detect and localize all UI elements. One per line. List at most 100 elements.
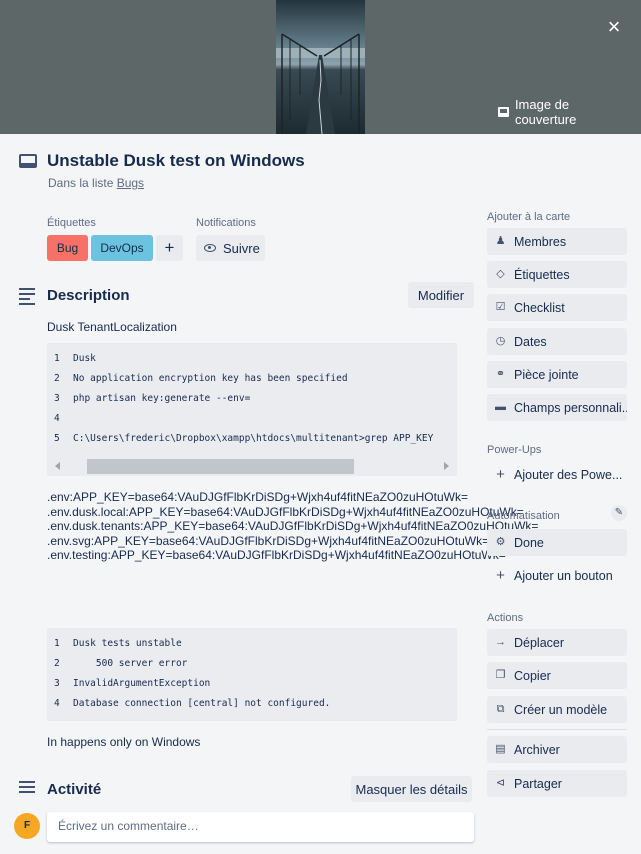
plus-icon: + — [496, 466, 505, 483]
attachment-button[interactable]: ⚭ Pièce jointe — [487, 361, 627, 388]
code-line: Database connection [central] not config… — [73, 698, 331, 709]
copy-button[interactable]: ❐ Copier — [487, 662, 627, 689]
code-line: php artisan key:generate --env= — [73, 393, 251, 404]
description-intro: Dusk TenantLocalization — [47, 320, 177, 334]
code-line: C:\Users\frederic\Dropbox\xampp\htdocs\m… — [73, 433, 434, 444]
code-block-2: 1 Dusk tests unstable 2 500 server error … — [47, 628, 457, 721]
cover-image — [276, 0, 365, 134]
sidebar-label: Déplacer — [514, 635, 565, 650]
activity-icon — [19, 781, 35, 796]
sidebar-label: Done — [514, 535, 544, 550]
sidebar-label: Champs personnali... — [514, 400, 627, 415]
copy-icon: ❐ — [495, 669, 506, 681]
card-icon — [19, 154, 37, 168]
tag-icon: ◇ — [496, 268, 505, 280]
code-block-1: 1 Dusk 2 No application encryption key has… — [47, 343, 457, 456]
line-number: 3 — [54, 678, 60, 689]
automation-done-button[interactable]: ⚙ Done — [487, 529, 627, 556]
list-link[interactable]: Bugs — [117, 176, 144, 190]
edit-pencil-icon[interactable]: ✎ — [611, 505, 627, 521]
card-cover: × Image de couverture — [0, 0, 641, 134]
watch-label: Suivre — [223, 240, 260, 256]
notifications-heading: Notifications — [196, 217, 256, 229]
user-icon: ♟ — [495, 235, 506, 247]
env-line: .env.dusk.tenants:APP_KEY=base64:VAuDJGf… — [47, 519, 539, 533]
eye-icon — [204, 244, 216, 252]
list-breadcrumb: Dans la liste Bugs — [48, 176, 144, 190]
env-lines: .env:APP_KEY=base64:VAuDJGfFlbKrDiSDg+Wj… — [47, 490, 539, 563]
automation-heading: Automatisation — [487, 510, 560, 522]
sidebar-label: Ajouter des Powe... — [514, 467, 623, 482]
sidebar-label: Checklist — [514, 300, 565, 315]
card-icon — [498, 107, 509, 117]
comment-input[interactable]: Écrivez un commentaire… — [47, 812, 474, 842]
cover-image-button[interactable]: Image de couverture — [490, 97, 641, 127]
close-icon[interactable]: × — [598, 12, 630, 44]
description-icon — [19, 288, 35, 308]
sidebar-label: Étiquettes — [514, 267, 570, 282]
gears-icon: ⚙ — [495, 536, 506, 548]
hide-details-button[interactable]: Masquer les détails — [351, 776, 472, 802]
members-button[interactable]: ♟ Membres — [487, 228, 627, 255]
env-line: .env.testing:APP_KEY=base64:VAuDJGfFlbKr… — [47, 548, 506, 562]
line-number: 4 — [54, 413, 60, 424]
labels-button[interactable]: ◇ Étiquettes — [487, 261, 627, 288]
sidebar-label: Copier — [514, 668, 551, 683]
avatar[interactable]: F — [14, 813, 40, 839]
custom-fields-icon: ▬ — [495, 401, 506, 413]
add-label-button[interactable]: + — [156, 235, 183, 261]
move-button[interactable]: → Déplacer — [487, 629, 627, 656]
line-number: 3 — [54, 393, 60, 404]
checklist-button[interactable]: ☑ Checklist — [487, 294, 627, 321]
plus-icon: + — [496, 567, 505, 584]
clock-icon: ◷ — [495, 335, 506, 347]
template-icon: ⧉ — [496, 703, 505, 715]
dates-button[interactable]: ◷ Dates — [487, 328, 627, 355]
watch-button[interactable]: Suivre — [196, 235, 265, 261]
card-title[interactable]: Unstable Dusk test on Windows — [47, 151, 305, 171]
add-to-card-heading: Ajouter à la carte — [487, 211, 571, 223]
scroll-left-icon[interactable] — [55, 462, 60, 470]
edit-description-button[interactable]: Modifier — [408, 282, 474, 308]
code-horizontal-scrollbar[interactable] — [47, 456, 457, 476]
code-line: 500 server error — [73, 658, 188, 669]
env-line: .env.dusk.local:APP_KEY=base64:VAuDJGfFl… — [47, 504, 524, 519]
archive-icon: ▤ — [495, 743, 506, 755]
code-line: InvalidArgumentException — [73, 678, 211, 689]
paperclip-icon: ⚭ — [495, 368, 506, 380]
line-number: 1 — [54, 638, 60, 649]
checklist-icon: ☑ — [495, 301, 506, 313]
in-list-prefix: Dans la liste — [48, 176, 117, 190]
line-number: 4 — [54, 698, 60, 709]
line-number: 2 — [54, 373, 60, 384]
line-number: 1 — [54, 353, 60, 364]
cover-button-label: Image de couverture — [514, 97, 577, 127]
sidebar-divider — [487, 729, 627, 730]
label-devops[interactable]: DevOps — [91, 235, 153, 261]
share-button[interactable]: ⊲ Partager — [487, 770, 627, 797]
add-button-button[interactable]: + Ajouter un bouton — [487, 562, 627, 589]
sidebar-label: Dates — [514, 334, 547, 349]
archive-button[interactable]: ▤ Archiver — [487, 736, 627, 763]
sidebar-label: Membres — [514, 234, 567, 249]
env-line: .env:APP_KEY=base64:VAuDJGfFlbKrDiSDg+Wj… — [47, 490, 468, 504]
arrow-right-icon: → — [495, 636, 506, 648]
custom-fields-button[interactable]: ▬ Champs personnali... — [487, 394, 627, 421]
sidebar-label: Ajouter un bouton — [514, 568, 613, 583]
scroll-right-icon[interactable] — [444, 462, 449, 470]
description-title: Description — [47, 287, 130, 304]
sidebar-label: Créer un modèle — [514, 702, 608, 717]
scrollbar-thumb[interactable] — [87, 459, 354, 474]
label-bug[interactable]: Bug — [47, 235, 88, 261]
env-line: .env.svg:APP_KEY=base64:VAuDJGfFlbKrDiSD… — [47, 533, 490, 548]
code-line: Dusk — [73, 353, 96, 364]
line-number: 2 — [54, 658, 60, 669]
sidebar-label: Pièce jointe — [514, 367, 579, 382]
labels-heading: Étiquettes — [47, 217, 96, 229]
share-icon: ⊲ — [495, 777, 506, 789]
actions-heading: Actions — [487, 612, 524, 624]
powerups-heading: Power-Ups — [487, 444, 542, 456]
sidebar-label: Partager — [514, 776, 562, 791]
make-template-button[interactable]: ⧉ Créer un modèle — [487, 696, 627, 723]
add-powerups-button[interactable]: + Ajouter des Powe... — [487, 461, 627, 488]
